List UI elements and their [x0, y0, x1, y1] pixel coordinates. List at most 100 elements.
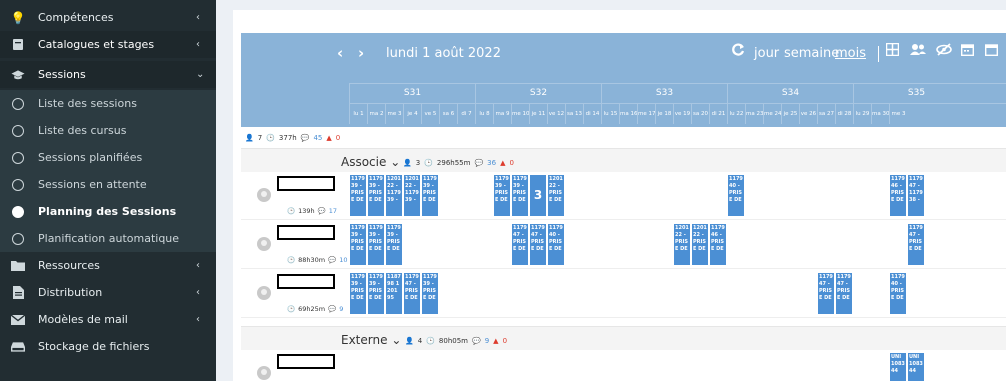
sidebar-item-sessions-attente[interactable]: Sessions en attente — [0, 171, 216, 198]
session-event[interactable]: 1179 47 - PRIS E DE — [512, 224, 528, 265]
session-event[interactable]: 1201 22 - PRIS E DE — [674, 224, 690, 265]
clock-icon: 🕒 — [424, 159, 433, 167]
calendar-title: lundi 1 août 2022 — [386, 46, 501, 61]
sidebar-item-liste-sessions[interactable]: Liste des sessions — [0, 90, 216, 117]
session-event[interactable]: 1179 39 - PRIS E DE — [368, 273, 384, 314]
clock-icon: 🕒 — [287, 305, 296, 313]
group-name[interactable]: Associe ⌄ — [341, 155, 400, 169]
comment-icon: 💬 — [474, 159, 484, 167]
sidebar-item-ressources[interactable]: Ressources ‹ — [0, 252, 216, 279]
calendar-icon[interactable] — [960, 43, 975, 60]
session-event[interactable]: 1179 47 - PRIS E DE — [818, 273, 834, 314]
chevron-left-icon: ‹ — [196, 314, 200, 325]
day-header: je 11 — [529, 104, 547, 124]
row-meta: 🕒 139h 💬 17 — [287, 207, 337, 215]
session-event[interactable]: 1179 46 - PRIS E DE — [890, 175, 906, 216]
session-event[interactable]: 1201 22 - PRIS E DE — [548, 175, 564, 216]
session-event[interactable]: 1179 47 - PRIS E DE — [908, 224, 924, 265]
sidebar-item-catalogues[interactable]: Catalogues et stages ‹ — [0, 31, 216, 58]
filled-circle-icon — [11, 205, 25, 219]
day-header: me 3 — [385, 104, 403, 124]
redacted-name — [277, 354, 335, 369]
day-header: sa 27 — [817, 104, 835, 124]
session-event[interactable]: 1179 39 - PRIS E DE — [494, 175, 510, 216]
planning-box: ‹ › lundi 1 août 2022 jour semaine mois — [233, 10, 1006, 381]
row-meta: 🕒 69h25m 💬 9 — [287, 305, 344, 313]
chevron-left-icon: ‹ — [196, 260, 200, 271]
session-event[interactable]: 1201 22 - PRIS E DE — [692, 224, 708, 265]
session-event[interactable]: 1179 47 - 1179 38 - — [908, 175, 924, 216]
session-event[interactable]: 1179 39 - PRIS E DE — [368, 224, 384, 265]
view-week-link[interactable]: semaine — [784, 46, 839, 61]
session-event[interactable]: 1179 40 - PRIS E DE — [890, 273, 906, 314]
folder-icon — [11, 259, 25, 273]
day-header: me 24 — [763, 104, 781, 124]
chevron-down-icon[interactable]: ⌄ — [390, 155, 400, 169]
view-day-link[interactable]: jour — [754, 46, 779, 61]
sidebar-item-sessions-planifiees[interactable]: Sessions planifiées — [0, 144, 216, 171]
day-header: di 14 — [583, 104, 601, 124]
week-header: S31 — [349, 84, 475, 104]
session-event[interactable]: 1201 22 - 1179 39 - — [404, 175, 420, 216]
sidebar-item-stockage[interactable]: Stockage de fichiers — [0, 333, 216, 360]
group-name[interactable]: Externe ⌄ — [341, 333, 401, 347]
day-header: ve 19 — [673, 104, 691, 124]
week-header: S33 — [601, 84, 727, 104]
session-event[interactable]: 1179 47 - PRIS E DE — [404, 273, 420, 314]
session-event[interactable]: UNI 1083 44 — [908, 353, 924, 381]
sidebar-item-modeles-mail[interactable]: Modèles de mail ‹ — [0, 306, 216, 333]
chevron-left-icon: ‹ — [196, 287, 200, 298]
session-event[interactable]: 3 — [530, 175, 546, 216]
sidebar: 💡 Compétences ‹ Catalogues et stages ‹ S… — [0, 0, 216, 381]
sidebar-item-planning-sessions[interactable]: Planning des Sessions — [0, 198, 216, 225]
session-event[interactable]: 1179 40 - PRIS E DE — [548, 224, 564, 265]
users-icon[interactable] — [910, 43, 926, 60]
day-header: lu 29 — [853, 104, 871, 124]
view-month-link[interactable]: mois — [835, 46, 866, 61]
session-event[interactable]: 1179 39 - PRIS E DE — [350, 175, 366, 216]
sidebar-item-planification-auto[interactable]: Planification automatique — [0, 225, 216, 252]
toolbar-divider — [878, 46, 879, 62]
session-event[interactable]: 1179 39 - PRIS E DE — [368, 175, 384, 216]
day-header: ma 2 — [367, 104, 385, 124]
session-event[interactable]: UNI 1083 44 — [890, 353, 906, 381]
warning-icon: ▲ — [326, 134, 332, 142]
day-header: sa 6 — [439, 104, 457, 124]
session-event[interactable]: 1179 39 - PRIS E DE — [512, 175, 528, 216]
session-event[interactable]: 1201 22 - 1179 39 - — [386, 175, 402, 216]
circle-icon — [11, 151, 25, 165]
comment-icon: 💬 — [328, 305, 337, 313]
session-event[interactable]: 1179 39 - PRIS E DE — [386, 224, 402, 265]
sidebar-item-liste-cursus[interactable]: Liste des cursus — [0, 117, 216, 144]
day-header: ma 16 — [619, 104, 637, 124]
user-icon: 👤 — [405, 337, 414, 345]
sidebar-item-sessions[interactable]: Sessions ⌄ — [0, 61, 216, 88]
clock-icon: 🕒 — [266, 134, 275, 142]
session-event[interactable]: 1179 39 - PRIS E DE — [350, 224, 366, 265]
sidebar-item-competences[interactable]: 💡 Compétences ‹ — [0, 4, 216, 31]
session-event[interactable]: 1179 46 - PRIS E DE — [710, 224, 726, 265]
eye-slash-icon[interactable] — [936, 43, 952, 60]
session-event[interactable]: 1179 39 - PRIS E DE — [350, 273, 366, 314]
day-header: ma 9 — [493, 104, 511, 124]
prev-button[interactable]: ‹ — [337, 44, 343, 62]
day-header: sa 20 — [691, 104, 709, 124]
next-button[interactable]: › — [358, 44, 364, 62]
comment-icon: 💬 — [317, 207, 326, 215]
chevron-down-icon[interactable]: ⌄ — [391, 333, 401, 347]
week-header: S32 — [475, 84, 601, 104]
sidebar-item-distribution[interactable]: Distribution ‹ — [0, 279, 216, 306]
refresh-icon[interactable] — [731, 43, 745, 61]
session-event[interactable]: 1179 47 - PRIS E DE — [530, 224, 546, 265]
session-event[interactable]: 1187 98 1201 95 — [386, 273, 402, 314]
session-event[interactable]: 1179 39 - PRIS E DE — [422, 273, 438, 314]
warning-icon: ▲ — [493, 337, 499, 345]
grid-icon[interactable] — [885, 42, 900, 60]
book-icon — [11, 38, 25, 52]
session-event[interactable]: 1179 47 - PRIS E DE — [836, 273, 852, 314]
session-event[interactable]: 1179 39 - PRIS E DE — [422, 175, 438, 216]
session-event[interactable]: 1179 40 - PRIS E DE — [728, 175, 744, 216]
avatar — [257, 237, 271, 251]
calendar-blank-icon[interactable] — [984, 43, 999, 60]
clock-icon: 🕒 — [426, 337, 435, 345]
